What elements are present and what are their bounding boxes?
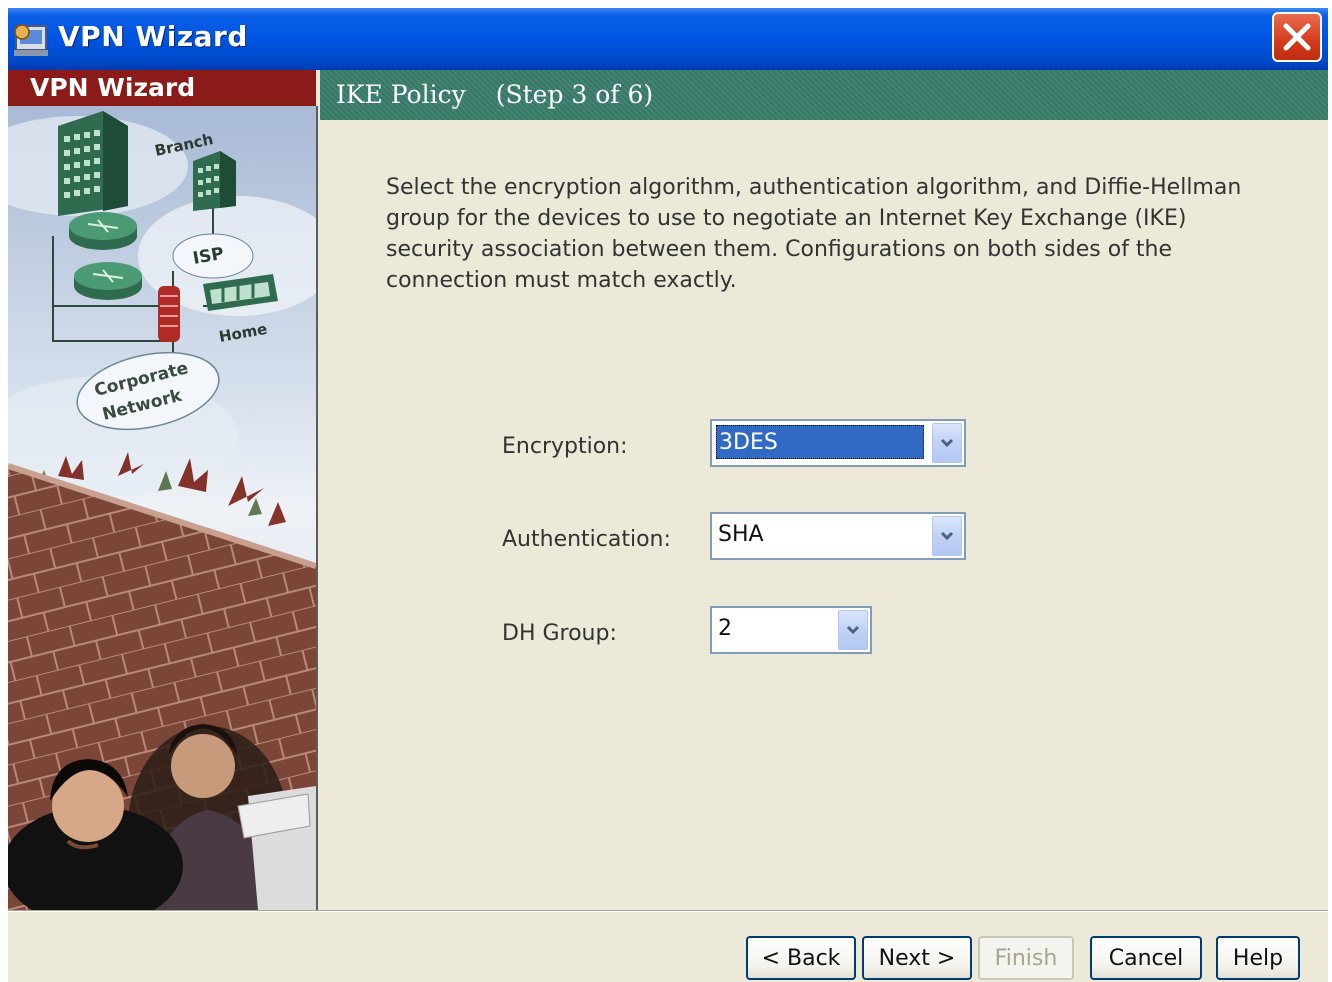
app-icon bbox=[14, 24, 48, 56]
encryption-label: Encryption: bbox=[502, 434, 628, 459]
encryption-select[interactable]: 3DES bbox=[710, 419, 966, 467]
router-icon bbox=[69, 212, 137, 250]
dh-group-value: 2 bbox=[718, 616, 732, 641]
dh-group-label: DH Group: bbox=[502, 621, 617, 646]
step-title: IKE Policy bbox=[336, 80, 466, 109]
back-button[interactable]: < Back bbox=[746, 936, 856, 980]
close-button[interactable] bbox=[1272, 12, 1322, 62]
encryption-value: 3DES bbox=[716, 425, 924, 459]
title-bar[interactable]: VPN Wizard bbox=[8, 8, 1328, 70]
isp-cloud-icon: ISP bbox=[172, 233, 254, 279]
authentication-value: SHA bbox=[718, 522, 764, 547]
dh-group-dropdown-button[interactable] bbox=[838, 610, 868, 650]
authentication-dropdown-button[interactable] bbox=[932, 516, 962, 556]
router-icon bbox=[74, 262, 142, 300]
description-text: Select the encryption algorithm, authent… bbox=[386, 175, 1242, 293]
authentication-label: Authentication: bbox=[502, 527, 671, 552]
content-panel: Select the encryption algorithm, authent… bbox=[320, 120, 1328, 910]
building-icon bbox=[58, 111, 128, 216]
authentication-select[interactable]: SHA bbox=[710, 512, 966, 560]
step-header: IKE Policy (Step 3 of 6) bbox=[320, 70, 1328, 120]
firewall-icon bbox=[158, 286, 180, 342]
close-icon bbox=[1283, 23, 1311, 51]
step-count: (Step 3 of 6) bbox=[495, 80, 654, 109]
help-button[interactable]: Help bbox=[1216, 936, 1300, 980]
finish-button[interactable]: Finish bbox=[978, 936, 1074, 980]
sidebar-illustration: Branch ISP Home Corporate Network bbox=[8, 106, 318, 910]
sidebar-header: VPN Wizard bbox=[8, 70, 316, 106]
next-button[interactable]: Next > bbox=[862, 936, 972, 980]
chevron-down-icon bbox=[940, 531, 954, 541]
window-title: VPN Wizard bbox=[58, 20, 248, 53]
chevron-down-icon bbox=[940, 438, 954, 448]
branch-building-icon bbox=[193, 151, 236, 211]
vpn-wizard-window: VPN Wizard VPN Wizard Branch ISP Home Co… bbox=[8, 8, 1328, 982]
wizard-footer: < Back Next > Finish Cancel Help bbox=[8, 912, 1328, 982]
cancel-button[interactable]: Cancel bbox=[1090, 936, 1202, 980]
encryption-dropdown-button[interactable] bbox=[932, 423, 962, 463]
dh-group-select[interactable]: 2 bbox=[710, 606, 872, 654]
chevron-down-icon bbox=[846, 625, 860, 635]
